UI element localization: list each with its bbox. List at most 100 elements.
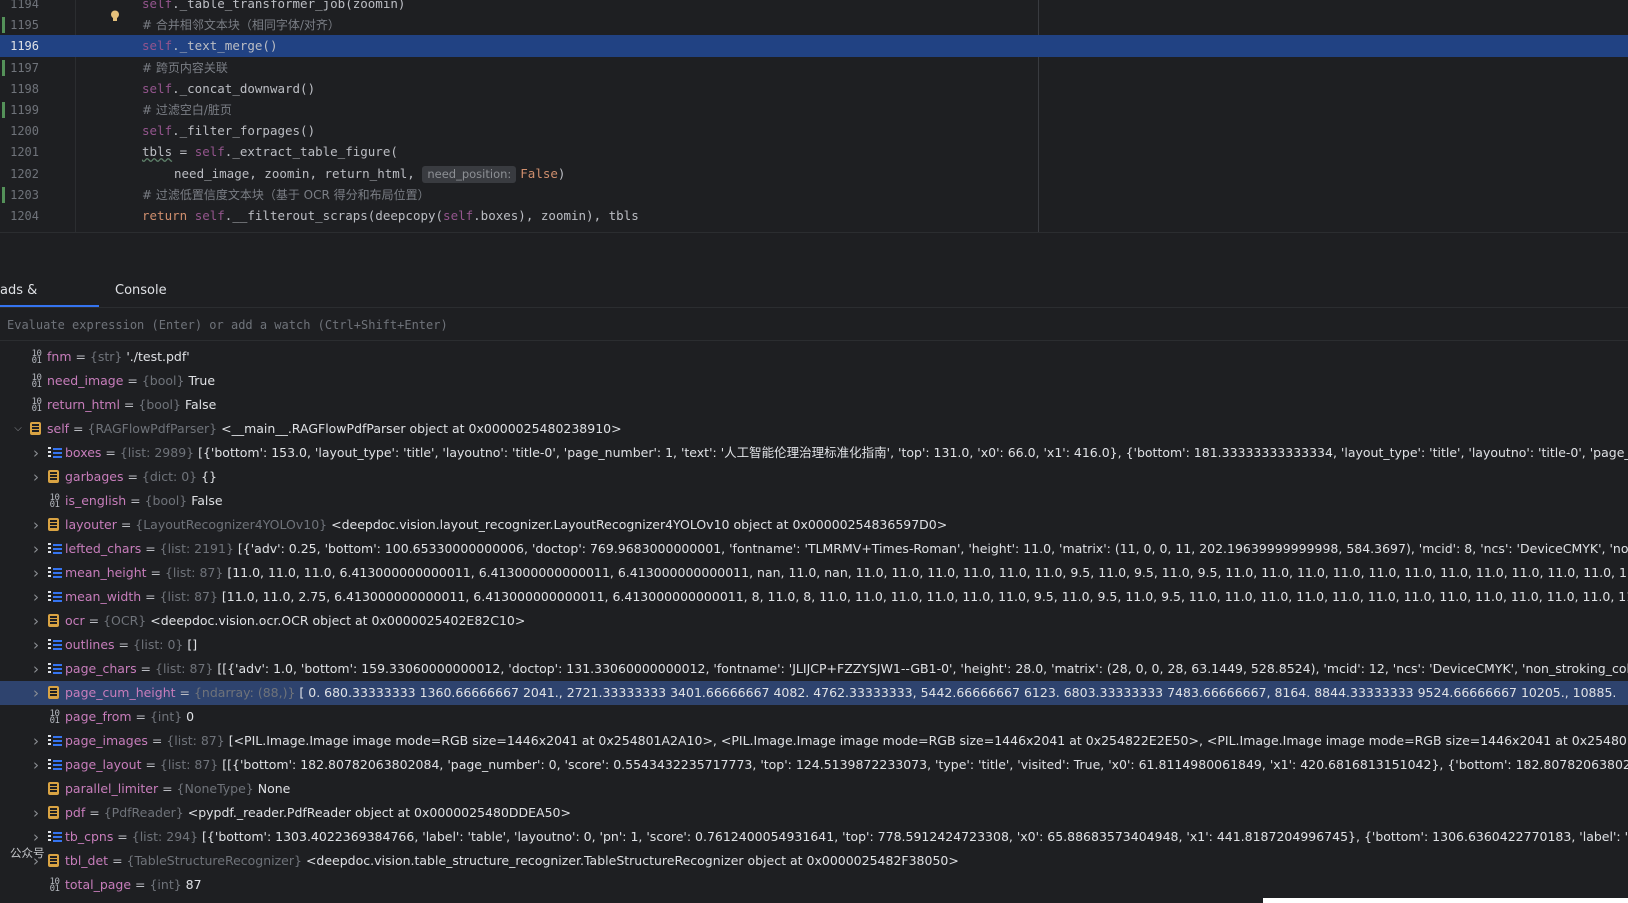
code-text[interactable]: need_image, zoomin, return_html, need_po… — [174, 163, 565, 185]
variable-row-return-html[interactable]: 10 01 return_html = {bool} False — [0, 393, 1628, 417]
variable-row-lefted-chars[interactable]: › lefted_chars = {list: 2191} [{'adv': 0.… — [0, 537, 1628, 561]
code-text[interactable]: # 过滤空白/脏页 — [142, 99, 232, 121]
line-number[interactable]: 1201 — [0, 141, 39, 163]
variable-row-layouter[interactable]: › layouter = {LayoutRecognizer4YOLOv10} <… — [0, 513, 1628, 537]
variable-row-page-layout[interactable]: › page_layout = {list: 87} [[{'bottom': 1… — [0, 753, 1628, 777]
object-icon — [48, 686, 59, 699]
variable-row-outlines[interactable]: › outlines = {list: 0} [] — [0, 633, 1628, 657]
variable-row-page-chars[interactable]: › page_chars = {list: 87} [[{'adv': 1.0, … — [0, 657, 1628, 681]
chevron-right-icon[interactable]: › — [30, 609, 42, 633]
code-text[interactable]: self._table_transformer_job(zoomin) — [142, 0, 405, 15]
code-text[interactable]: self._filter_forpages() — [142, 120, 315, 142]
chevron-right-icon[interactable]: › — [30, 681, 42, 705]
chevron-down-icon[interactable]: ⌵ — [12, 417, 24, 441]
variable-name: tbl_det — [65, 853, 109, 868]
chevron-right-icon[interactable]: › — [30, 753, 42, 777]
chevron-right-icon[interactable]: › — [30, 561, 42, 585]
variable-row-page-cum-height[interactable]: › page_cum_height = {ndarray: (88,)} [ 0.… — [0, 681, 1628, 705]
line-number[interactable]: 1202 — [0, 163, 39, 185]
variable-name: layouter — [65, 517, 117, 532]
variable-name: self — [47, 421, 70, 436]
variable-row-self[interactable]: ⌵ self = {RAGFlowPdfParser} <__main__.RAG… — [0, 417, 1628, 441]
chevron-right-icon[interactable]: › — [30, 513, 42, 537]
parameter-hint: need_position: — [422, 165, 517, 183]
variable-row-mean-height[interactable]: › mean_height = {list: 87} [11.0, 11.0, 1… — [0, 561, 1628, 585]
equals-sign: = — [123, 373, 142, 388]
chevron-right-icon[interactable]: › — [30, 729, 42, 753]
code-line-1194[interactable]: 1194 self._table_transformer_job(zoomin) — [0, 0, 1628, 15]
line-number[interactable]: 1198 — [0, 78, 39, 100]
chevron-right-icon[interactable]: › — [30, 465, 42, 489]
variable-type: {list: 2989} — [119, 445, 195, 460]
variable-type: {list: 87} — [159, 589, 218, 604]
code-text[interactable]: # 合并相邻文本块（相同字体/对齐） — [142, 14, 340, 36]
equals-sign: = — [69, 421, 88, 436]
code-line-1198[interactable]: 1198 self._concat_downward() — [0, 78, 1628, 100]
variable-row-garbages[interactable]: › garbages = {dict: 0} {} — [0, 465, 1628, 489]
code-token: ._filter_forpages() — [172, 123, 316, 139]
variable-row-pdf[interactable]: › pdf = {PdfReader} <pypdf._reader.PdfRea… — [0, 801, 1628, 825]
code-line-1200[interactable]: 1200 self._filter_forpages() — [0, 120, 1628, 142]
code-line-1196[interactable]: 1196 self._text_merge() — [0, 35, 1628, 58]
variable-row-mean-width[interactable]: › mean_width = {list: 87} [11.0, 11.0, 2.… — [0, 585, 1628, 609]
variable-row-need-image[interactable]: 10 01 need_image = {bool} True — [0, 369, 1628, 393]
code-line-1203[interactable]: 1203 # 过滤低置信度文本块（基于 OCR 得分和布局位置） — [0, 184, 1628, 206]
code-text[interactable]: return self.__filterout_scraps(deepcopy(… — [142, 205, 639, 227]
variable-row-total-page[interactable]: 10 01 total_page = {int} 87 — [0, 873, 1628, 897]
lightbulb-icon[interactable] — [110, 10, 120, 22]
line-number[interactable]: 1200 — [0, 120, 39, 142]
variable-row-fnm[interactable]: 10 01 fnm = {str} './test.pdf' — [0, 345, 1628, 369]
code-text[interactable]: # 跨页内容关联 — [142, 57, 228, 79]
code-text[interactable]: self._text_merge() — [142, 35, 277, 57]
code-text[interactable]: self._concat_downward() — [142, 78, 315, 100]
tab-console-label: Console — [115, 283, 167, 298]
code-line-1197[interactable]: 1197 # 跨页内容关联 — [0, 57, 1628, 79]
tab-threads-variables[interactable]: ads & Variables — [0, 274, 99, 331]
chevron-right-icon[interactable]: › — [30, 441, 42, 465]
variable-row-parallel-limiter[interactable]: parallel_limiter = {NoneType} None — [0, 777, 1628, 801]
chevron-right-icon[interactable]: › — [30, 633, 42, 657]
code-line-1201[interactable]: 1201 tbls = self._extract_table_figure( — [0, 141, 1628, 163]
equals-sign: = — [113, 829, 132, 844]
line-number[interactable]: 1199 — [0, 99, 39, 121]
variable-value: <pypdf._reader.PdfReader object at 0x000… — [187, 805, 571, 820]
chevron-right-icon[interactable]: › — [30, 801, 42, 825]
variable-value: {} — [201, 469, 218, 484]
line-number[interactable]: 1204 — [0, 205, 39, 227]
evaluate-expression-input[interactable] — [5, 308, 1609, 342]
variable-text: layouter = {LayoutRecognizer4YOLOv10} <d… — [65, 513, 947, 537]
tab-console[interactable]: Console — [115, 274, 167, 307]
code-line-1195[interactable]: 1195 # 合并相邻文本块（相同字体/对齐） — [0, 14, 1628, 36]
line-number[interactable]: 1197 — [0, 57, 39, 79]
variable-row-boxes[interactable]: › boxes = {list: 2989} [{'bottom': 153.0,… — [0, 441, 1628, 465]
variable-row-page-images[interactable]: › page_images = {list: 87} [<PIL.Image.Im… — [0, 729, 1628, 753]
chevron-right-icon[interactable]: › — [30, 657, 42, 681]
variable-row-tbl-det[interactable]: › tbl_det = {TableStructureRecognizer} <d… — [0, 849, 1628, 873]
variable-value: './test.pdf' — [126, 349, 190, 364]
primitive-value-icon: 10 01 — [49, 877, 60, 894]
code-token: self — [194, 208, 225, 223]
variable-row-page-from[interactable]: 10 01 page_from = {int} 0 — [0, 705, 1628, 729]
code-text[interactable]: # 过滤低置信度文本块（基于 OCR 得分和布局位置） — [142, 184, 430, 206]
equals-sign: = — [71, 349, 90, 364]
evaluate-expression-bar — [0, 308, 1628, 342]
variable-type: {list: 87} — [159, 757, 219, 772]
variable-value: False — [191, 493, 223, 508]
code-line-1202[interactable]: 1202 need_image, zoomin, return_html, nee… — [0, 163, 1628, 185]
chevron-right-icon[interactable]: › — [30, 585, 42, 609]
code-text[interactable]: tbls = self._extract_table_figure( — [142, 141, 398, 163]
line-number[interactable]: 1203 — [0, 184, 39, 206]
chevron-right-icon[interactable]: › — [30, 537, 42, 561]
variable-value: [{'bottom': 1303.4022369384766, 'label':… — [202, 829, 1628, 844]
code-line-1199[interactable]: 1199 # 过滤空白/脏页 — [0, 99, 1628, 121]
variable-row-is-english[interactable]: 10 01 is_english = {bool} False — [0, 489, 1628, 513]
code-line-1204[interactable]: 1204 return self.__filterout_scraps(deepc… — [0, 205, 1628, 227]
line-number[interactable]: 1196 — [0, 35, 39, 57]
code-editor[interactable]: 1194 self._table_transformer_job(zoomin) 1… — [0, 0, 1628, 232]
line-number[interactable]: 1194 — [0, 0, 39, 15]
variable-row-tb-cpns[interactable]: › tb_cpns = {list: 294} [{'bottom': 1303.… — [0, 825, 1628, 849]
variable-value: False — [184, 397, 217, 412]
panel-divider — [0, 232, 1628, 275]
variable-row-ocr[interactable]: › ocr = {OCR} <deepdoc.vision.ocr.OCR obj… — [0, 609, 1628, 633]
line-number[interactable]: 1195 — [0, 14, 39, 36]
